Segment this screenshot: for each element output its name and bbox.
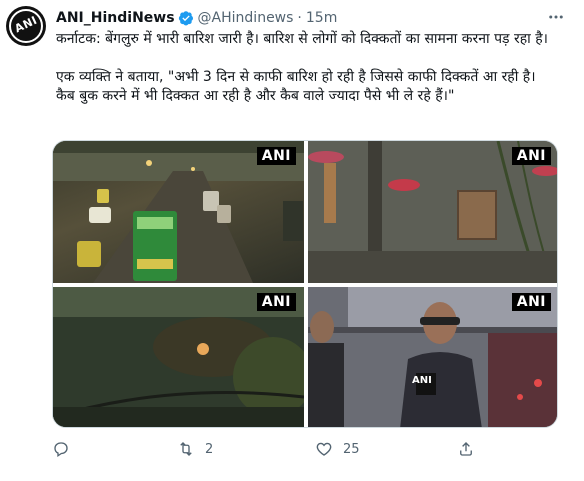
share-icon bbox=[460, 442, 472, 456]
photo-rain-night[interactable]: ANI bbox=[53, 287, 304, 427]
photo-traffic[interactable]: ANI bbox=[53, 141, 304, 283]
action-bar: 2 25 bbox=[52, 440, 482, 462]
share-button[interactable] bbox=[457, 440, 475, 458]
microphone-label: ANI bbox=[412, 375, 432, 386]
avatar[interactable]: ANI bbox=[6, 6, 46, 46]
timestamp[interactable]: 15m bbox=[306, 10, 337, 26]
ani-watermark: ANI bbox=[256, 147, 296, 165]
tweet-text: कर्नाटक: बेंगलुरु में भारी बारिश जारी है… bbox=[56, 30, 552, 106]
reply-icon bbox=[54, 442, 68, 458]
ani-watermark: ANI bbox=[511, 293, 551, 311]
media-grid: ANI ANI ANI ANI ANI bbox=[52, 140, 558, 428]
tweet[interactable]: ANI ANI_HindiNews @AHindinews · 15m कर्न… bbox=[0, 0, 584, 481]
like-count: 25 bbox=[343, 441, 360, 457]
tweet-paragraph-1: कर्नाटक: बेंगलुरु में भारी बारिश जारी है… bbox=[56, 31, 548, 47]
like-icon bbox=[316, 442, 332, 456]
photo-umbrellas[interactable]: ANI bbox=[308, 141, 557, 283]
photo-interview[interactable]: ANI ANI bbox=[308, 287, 557, 427]
more-icon[interactable] bbox=[546, 8, 566, 26]
retweet-button[interactable]: 2 bbox=[177, 440, 213, 458]
verified-badge-icon bbox=[178, 11, 193, 26]
retweet-icon bbox=[180, 442, 192, 456]
like-button[interactable]: 25 bbox=[315, 440, 360, 458]
tweet-header: ANI_HindiNews @AHindinews · 15m bbox=[56, 8, 337, 28]
separator-dot: · bbox=[297, 10, 302, 26]
retweet-count: 2 bbox=[205, 441, 214, 457]
ani-watermark: ANI bbox=[256, 293, 296, 311]
handle[interactable]: @AHindinews bbox=[198, 10, 294, 26]
tweet-paragraph-2: एक व्यक्ति ने बताया, "अभी 3 दिन से काफी … bbox=[56, 69, 536, 104]
ani-watermark: ANI bbox=[511, 147, 551, 165]
display-name[interactable]: ANI_HindiNews bbox=[56, 10, 175, 26]
reply-button[interactable] bbox=[52, 440, 80, 458]
